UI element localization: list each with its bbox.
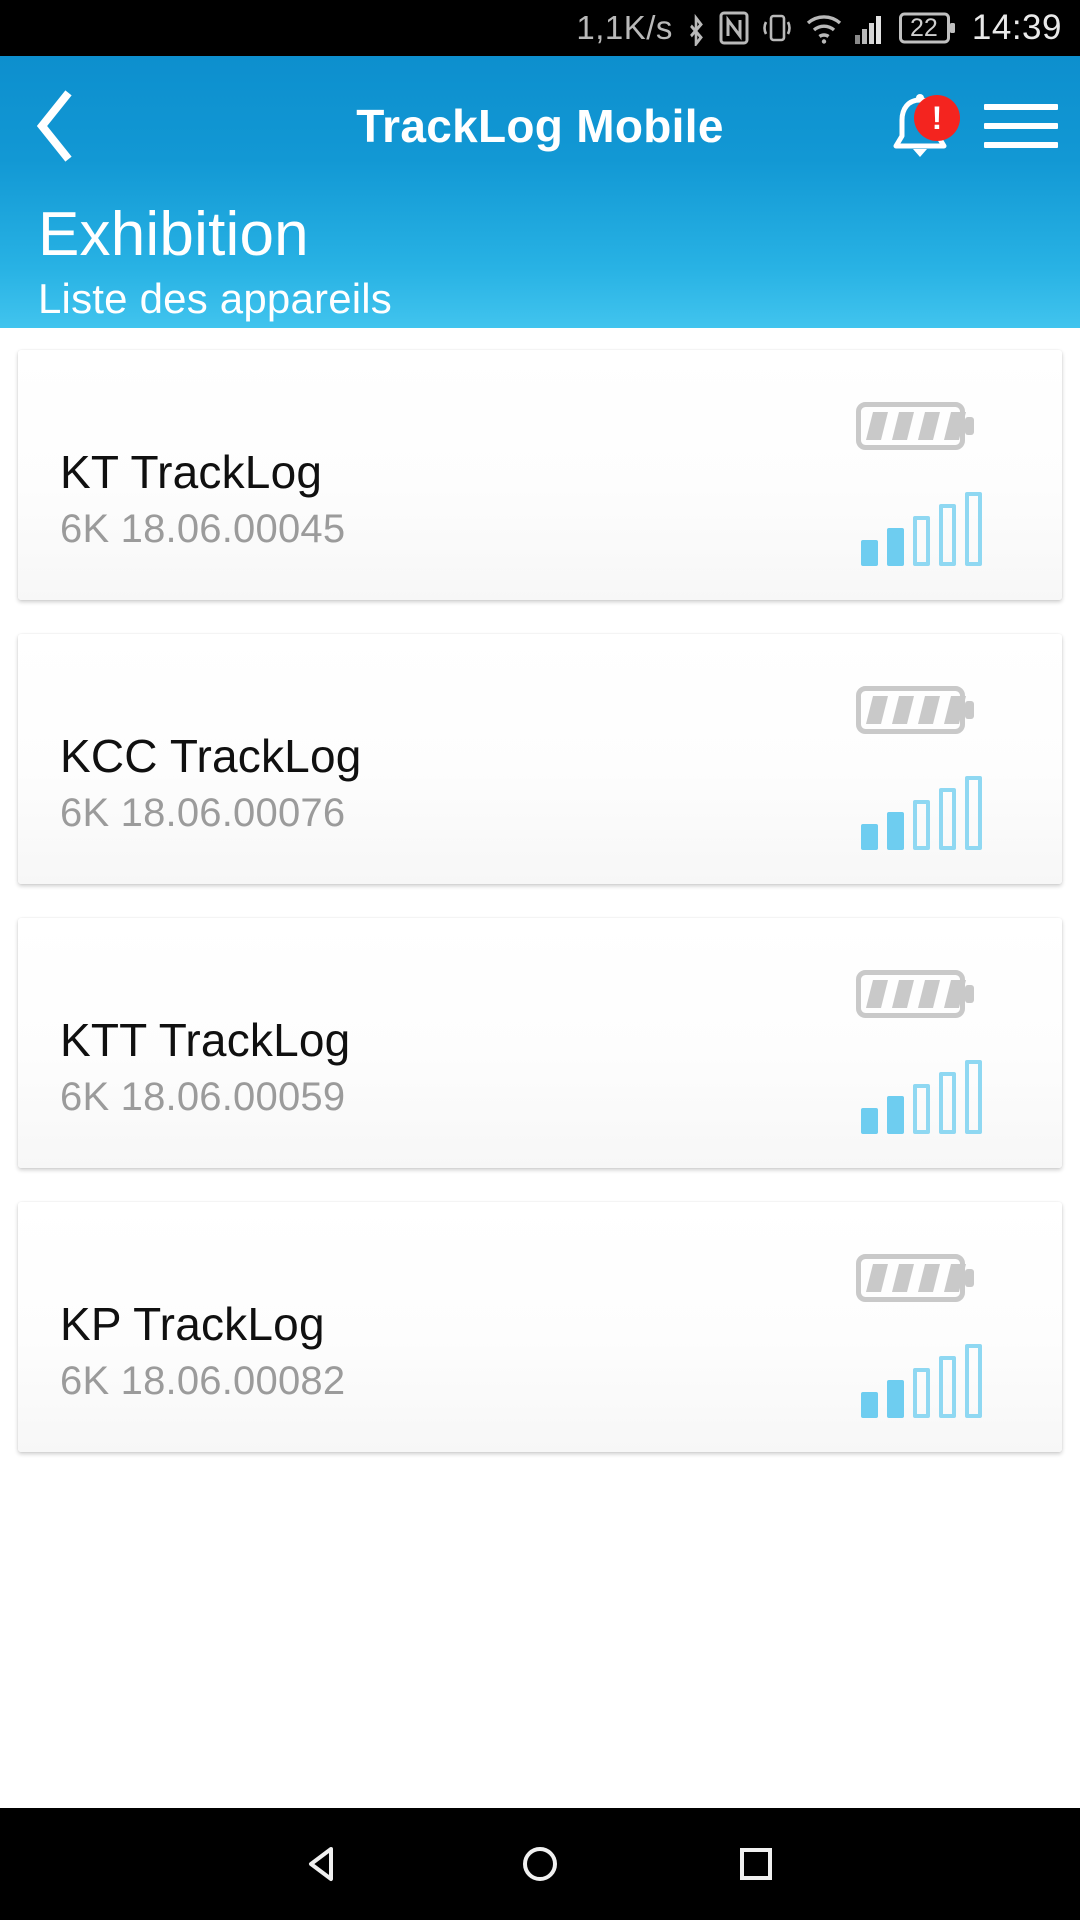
hamburger-line: [984, 104, 1058, 110]
device-name: KP TrackLog: [60, 1298, 325, 1350]
notification-badge: !: [914, 95, 960, 141]
battery-icon: [856, 1254, 974, 1302]
battery-indicator: [856, 684, 976, 741]
signal-bar-empty: [965, 1060, 982, 1134]
notifications-button[interactable]: !: [886, 91, 960, 161]
app-bar: TrackLog Mobile !: [0, 56, 1080, 196]
android-recents-icon[interactable]: [733, 1841, 779, 1887]
bluetooth-icon: [684, 10, 708, 46]
app-bar-actions: !: [886, 56, 1058, 196]
nfc-icon: [719, 11, 749, 45]
cellular-signal-icon: [854, 12, 888, 44]
signal-strength-indicator: [861, 776, 982, 850]
signal-strength-indicator: [861, 492, 982, 566]
device-name: KCC TrackLog: [60, 730, 362, 782]
battery-icon: [856, 686, 974, 734]
signal-bar-empty: [913, 1368, 930, 1418]
signal-bar-empty: [965, 776, 982, 850]
device-info: KCC TrackLog 6K 18.06.00076: [60, 730, 362, 836]
vibrate-icon: [760, 11, 794, 45]
device-name: KTT TrackLog: [60, 1014, 351, 1066]
device-serial: 6K 18.06.00082: [60, 1358, 346, 1403]
battery-level-text: 22: [910, 13, 938, 42]
signal-bar-filled: [887, 528, 904, 566]
signal-bar-empty: [913, 800, 930, 850]
device-serial: 6K 18.06.00076: [60, 790, 346, 835]
device-card[interactable]: KP TrackLog 6K 18.06.00082: [18, 1202, 1062, 1452]
device-info: KP TrackLog 6K 18.06.00082: [60, 1298, 345, 1404]
android-back-icon[interactable]: [301, 1841, 347, 1887]
signal-bar-filled: [887, 1096, 904, 1134]
battery-icon: 22: [898, 11, 957, 45]
device-card[interactable]: KCC TrackLog 6K 18.06.00076: [18, 634, 1062, 884]
app-header: TrackLog Mobile ! Exhibition Liste des a…: [0, 56, 1080, 328]
device-info: KT TrackLog 6K 18.06.00045: [60, 446, 345, 552]
device-info: KTT TrackLog 6K 18.06.00059: [60, 1014, 350, 1120]
android-nav-bar: [0, 1808, 1080, 1920]
battery-indicator: [856, 400, 976, 457]
wifi-icon: [805, 12, 843, 44]
menu-button[interactable]: [984, 104, 1058, 148]
hamburger-line: [984, 123, 1058, 129]
battery-icon: [856, 402, 974, 450]
signal-bar-empty: [913, 516, 930, 566]
hamburger-line: [984, 142, 1058, 148]
device-card[interactable]: KTT TrackLog 6K 18.06.00059: [18, 918, 1062, 1168]
battery-icon: [856, 970, 974, 1018]
signal-bar-filled: [861, 540, 878, 566]
android-home-icon[interactable]: [517, 1841, 563, 1887]
battery-indicator: [856, 968, 976, 1025]
signal-bar-filled: [887, 812, 904, 850]
device-serial: 6K 18.06.00059: [60, 1074, 346, 1119]
status-bar: 1,1K/s 22 14:39: [0, 0, 1080, 56]
network-speed-text: 1,1K/s: [576, 9, 673, 46]
signal-bar-empty: [939, 1072, 956, 1134]
signal-bar-empty: [965, 1344, 982, 1418]
clock-text: 14:39: [971, 8, 1062, 47]
signal-strength-indicator: [861, 1344, 982, 1418]
signal-bar-empty: [939, 504, 956, 566]
device-name: KT TrackLog: [60, 446, 323, 498]
signal-bar-filled: [861, 1392, 878, 1418]
device-list: KT TrackLog 6K 18.06.00045 KCC TrackLog 6K …: [0, 328, 1080, 1452]
signal-bar-empty: [965, 492, 982, 566]
battery-indicator: [856, 1252, 976, 1309]
back-button[interactable]: [0, 56, 110, 196]
signal-strength-indicator: [861, 1060, 982, 1134]
page-subtitle: Liste des appareils: [38, 275, 393, 323]
device-serial: 6K 18.06.00045: [60, 506, 346, 551]
signal-bar-filled: [861, 1108, 878, 1134]
signal-bar-filled: [887, 1380, 904, 1418]
signal-bar-empty: [939, 788, 956, 850]
signal-bar-filled: [861, 824, 878, 850]
signal-bar-empty: [913, 1084, 930, 1134]
page-title: Exhibition: [38, 200, 309, 269]
back-chevron-icon: [36, 90, 72, 162]
signal-bar-empty: [939, 1356, 956, 1418]
device-card[interactable]: KT TrackLog 6K 18.06.00045: [18, 350, 1062, 600]
